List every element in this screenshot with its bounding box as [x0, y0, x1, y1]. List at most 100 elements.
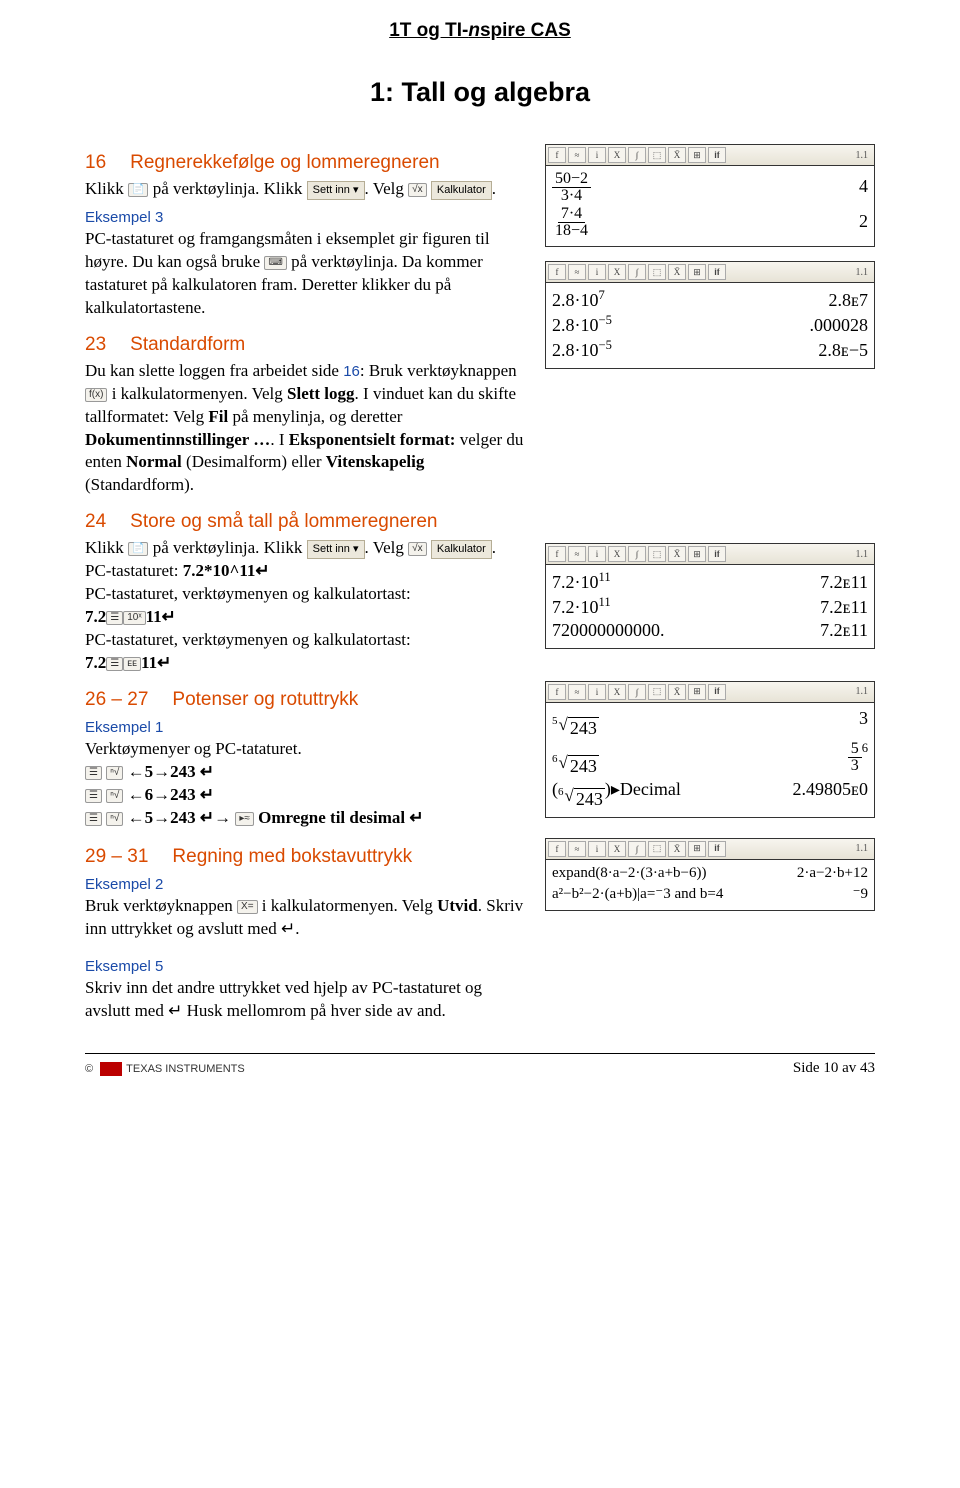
block-2627: 26 – 27Potenser og rotuttrykk Eksempel 1…: [85, 675, 875, 832]
ti-logo-text: TEXAS INSTRUMENTS: [126, 1063, 245, 1075]
toolbar-icon: 𝐢𝐟: [708, 147, 726, 163]
section-2627-heading: 26 – 27Potenser og rotuttrykk: [85, 689, 529, 711]
document-icon: 📄: [128, 542, 148, 556]
menu-icon: ☰: [106, 657, 123, 671]
settinn-button: Sett inn ▾: [307, 181, 365, 200]
toolbar-icon: ⊞: [688, 684, 706, 700]
section-16-body: PC-tastaturet og framgangsmåten i eksemp…: [85, 228, 529, 320]
document-header: 1T og TI-nspire CAS: [85, 20, 875, 42]
section-2627-line3: ☰ ⁿ√ ←5→243 ↵→ ▸≈ Omregne til desimal ↵: [85, 807, 529, 830]
toolbar-icon: 𝐢𝐟: [708, 841, 726, 857]
toolbar-icon: ⊞: [688, 264, 706, 280]
toolbar-tag: 1.1: [856, 843, 873, 854]
toolbar-icon: ⊞: [688, 147, 706, 163]
section-2931-body: Bruk verktøyknappen X= i kalkulatormenye…: [85, 895, 529, 941]
table-row: (6√243)▸Decimal 2.49805ᴇ0: [552, 778, 868, 811]
menu-icon: ☰: [85, 812, 102, 826]
toolbar-icon: i: [588, 684, 606, 700]
toolbar-icon: X̄: [668, 264, 686, 280]
block-16-23: 16Regnerekkefølge og lommeregneren Klikk…: [85, 138, 875, 497]
toolbar-icon: X: [608, 147, 626, 163]
ee-key-icon: ᴇᴇ: [123, 657, 141, 671]
toolbar-icon: ≈: [568, 546, 586, 562]
section-24-intro: Klikk 📄 på verktøylinja. Klikk Sett inn …: [85, 537, 529, 560]
toolbar-icon: X: [608, 841, 626, 857]
eksempel-3-label: Eksempel 3: [85, 209, 529, 226]
page-number: Side 10 av 43: [793, 1060, 875, 1077]
toolbar-icon: ∫: [628, 147, 646, 163]
toolbar-icon: ⬚: [648, 264, 666, 280]
table-row: 50−23·4 4: [552, 170, 868, 205]
toolbar-tag: 1.1: [856, 686, 873, 697]
ti-logo: © TEXAS INSTRUMENTS: [85, 1062, 245, 1076]
table-row: 2.8·10−5 2.8ᴇ−5: [552, 337, 868, 362]
table-row: 7.2·1011 7.2ᴇ11: [552, 569, 868, 594]
table-row: 7·418−4 2: [552, 205, 868, 240]
toolbar-icon: f: [548, 264, 566, 280]
section-23-heading: 23Standardform: [85, 334, 529, 356]
toolbar-icon: ∫: [628, 264, 646, 280]
toolbar-icon: i: [588, 147, 606, 163]
nth-root-icon: ⁿ√: [106, 812, 123, 826]
menu-icon: ☰: [85, 766, 102, 780]
toolbar-icon: f: [548, 546, 566, 562]
toolbar-icon: 𝐢𝐟: [708, 684, 726, 700]
table-row: a²−b²−2·(a+b)|a=⁻3 and b=4 ⁻9: [552, 883, 868, 904]
menu-icon: ☰: [85, 789, 102, 803]
toolbar-icon: i: [588, 546, 606, 562]
block-24: Klikk 📄 på verktøylinja. Klikk Sett inn …: [85, 537, 875, 675]
section-2931-heading: 29 – 31Regning med bokstavuttrykk: [85, 846, 529, 868]
table-row: 5√243 3: [552, 707, 868, 740]
section-24-line-3a: PC-tastaturet, verktøymenyen og kalkulat…: [85, 629, 529, 652]
toolbar-icon: ⬚: [648, 841, 666, 857]
section-23-body: Du kan slette loggen fra arbeidet side 1…: [85, 360, 529, 498]
toolbar-icon: 𝐢𝐟: [708, 546, 726, 562]
kalkulator-button: Kalkulator: [431, 540, 492, 559]
document-icon: 📄: [128, 183, 148, 197]
calc-screenshot-3: f ≈ i X ∫ ⬚ X̄ ⊞ 𝐢𝐟 1.1 7.2·1011 7.2ᴇ11: [545, 543, 875, 649]
toolbar-icon: X: [608, 684, 626, 700]
section-24-heading: 24Store og små tall på lommeregneren: [85, 511, 875, 533]
eksempel-5-label: Eksempel 5: [85, 958, 529, 975]
page-footer: © TEXAS INSTRUMENTS Side 10 av 43: [85, 1053, 875, 1077]
chapter-title: 1: Tall og algebra: [85, 77, 875, 108]
toolbar-icon: ≈: [568, 684, 586, 700]
toolbar-icon: i: [588, 841, 606, 857]
block-2931: 29 – 31Regning med bokstavuttrykk Eksemp…: [85, 832, 875, 1024]
settinn-button: Sett inn ▾: [307, 540, 365, 559]
calc-screenshot-4: f ≈ i X ∫ ⬚ X̄ ⊞ 𝐢𝐟 1.1 5√243: [545, 681, 875, 818]
ten-power-key-icon: 10ˣ: [123, 611, 145, 625]
toolbar-icon: ≈: [568, 841, 586, 857]
toolbar-icon: f: [548, 841, 566, 857]
toolbar-icon: f: [548, 684, 566, 700]
toolbar-icon: ∫: [628, 841, 646, 857]
section-2627-line2: ☰ ⁿ√ ←6→243 ↵: [85, 784, 529, 807]
xeq-icon: X=: [237, 900, 258, 914]
table-row: 2.8·107 2.8ᴇ7: [552, 287, 868, 312]
toolbar-icon: ⬚: [648, 546, 666, 562]
toolbar-icon: X: [608, 546, 626, 562]
page: 1T og TI-nspire CAS 1: Tall og algebra 1…: [0, 0, 960, 1107]
section-24-line-2a: PC-tastaturet, verktøymenyen og kalkulat…: [85, 583, 529, 606]
fx-icon: f(x): [85, 388, 107, 402]
toolbar-icon: i: [588, 264, 606, 280]
toolbar-icon: f: [548, 147, 566, 163]
eksempel-2-label: Eksempel 2: [85, 876, 529, 893]
toolbar-icon: ∫: [628, 684, 646, 700]
nth-root-icon: ⁿ√: [106, 766, 123, 780]
section-24-line-3b: 7.2☰ᴇᴇ11↵: [85, 652, 529, 675]
toolbar-tag: 1.1: [856, 150, 873, 161]
ti-logo-shape: [100, 1062, 122, 1076]
calc-screenshot-5: f ≈ i X ∫ ⬚ X̄ ⊞ 𝐢𝐟 1.1 expand(8·a−2·(3·…: [545, 838, 875, 911]
toolbar-tag: 1.1: [856, 549, 873, 560]
menu-icon: ☰: [106, 611, 123, 625]
section-2627-line1: ☰ ⁿ√ ←5→243 ↵: [85, 761, 529, 784]
eksempel-1-label: Eksempel 1: [85, 719, 529, 736]
table-row: 720000000000. 7.2ᴇ11: [552, 619, 868, 642]
table-row: 7.2·1011 7.2ᴇ11: [552, 594, 868, 619]
section-24-line-2b: 7.2☰10ˣ11↵: [85, 606, 529, 629]
section-16-heading: 16Regnerekkefølge og lommeregneren: [85, 152, 529, 174]
toolbar-icon: X̄: [668, 147, 686, 163]
table-row: expand(8·a−2·(3·a+b−6)) 2·a−2·b+12: [552, 864, 868, 883]
calc-screenshot-2: f ≈ i X ∫ ⬚ X̄ ⊞ 𝐢𝐟 1.1 2.8·107 2.8ᴇ7: [545, 261, 875, 369]
